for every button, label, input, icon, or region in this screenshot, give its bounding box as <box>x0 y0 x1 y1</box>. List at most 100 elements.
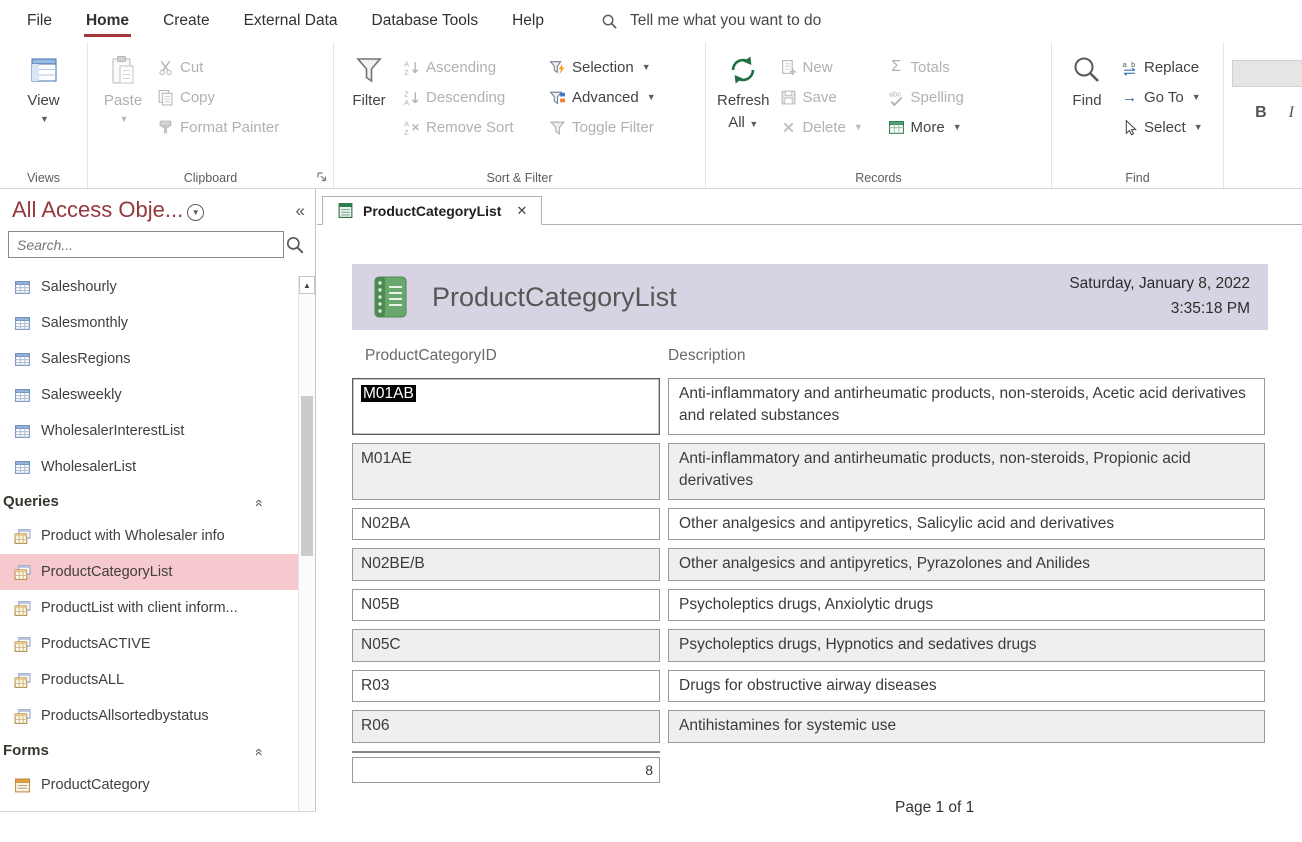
description-cell[interactable]: Drugs for obstructive airway diseases <box>668 670 1265 702</box>
ascending-button[interactable]: Ascending <box>398 52 544 82</box>
tab-create[interactable]: Create <box>146 0 227 42</box>
shutter-bar-collapse-icon[interactable]: « <box>296 201 303 221</box>
nav-query-productsallsortedbystatus[interactable]: ProductsAllsortedbystatus <box>0 698 299 734</box>
category-id-cell[interactable]: M01AB <box>352 378 660 435</box>
nav-table-salesmonthly[interactable]: Salesmonthly <box>0 305 299 341</box>
find-button[interactable]: Find <box>1058 49 1116 113</box>
tab-home[interactable]: Home <box>69 0 146 42</box>
nav-pane-title[interactable]: All Access Obje... <box>12 197 183 223</box>
nav-item-label: ProductCategoryList <box>41 564 172 580</box>
view-button[interactable]: View ▼ <box>15 49 73 127</box>
nav-query-productsactive[interactable]: ProductsACTIVE <box>0 626 299 662</box>
goto-button[interactable]: → Go To ▼ <box>1116 82 1208 112</box>
description-cell[interactable]: Antihistamines for systemic use <box>668 710 1265 742</box>
tab-external-data[interactable]: External Data <box>227 0 355 42</box>
refresh-all-button[interactable]: Refresh All ▼ <box>712 49 775 135</box>
replace-button[interactable]: Replace <box>1116 52 1208 82</box>
cut-button[interactable]: Cut <box>152 52 284 82</box>
description-cell[interactable]: Psycholeptics drugs, Hypnotics and sedat… <box>668 629 1265 661</box>
filter-icon <box>353 51 385 89</box>
ribbon-group-sort-filter: Filter Ascending Descending Remove Sort … <box>334 42 706 188</box>
clipboard-dialog-launcher-icon[interactable] <box>316 171 328 183</box>
category-id-cell[interactable]: R03 <box>352 670 660 702</box>
paste-button[interactable]: Paste ▼ <box>94 49 152 127</box>
category-id-cell[interactable]: R06 <box>352 710 660 742</box>
collapse-section-icon[interactable]: « <box>252 748 268 754</box>
scroll-up-arrow-icon[interactable]: ▲ <box>299 276 315 294</box>
nav-query-productcategorylist[interactable]: ProductCategoryList <box>0 554 299 590</box>
nav-scrollbar[interactable]: ▲ <box>298 276 315 811</box>
category-id-cell[interactable]: N02BE/B <box>352 548 660 580</box>
font-name-combo[interactable] <box>1232 60 1302 87</box>
selection-button[interactable]: Selection ▼ <box>544 52 661 82</box>
format-painter-label: Format Painter <box>180 119 279 136</box>
bold-button[interactable]: B <box>1255 104 1267 122</box>
nav-table-saleshourly[interactable]: Saleshourly <box>0 269 299 305</box>
spelling-button[interactable]: Spelling <box>883 82 969 112</box>
report-header-band[interactable]: ProductCategoryList Saturday, January 8,… <box>352 264 1268 330</box>
italic-button[interactable]: I <box>1289 104 1294 122</box>
tab-file[interactable]: File <box>10 0 69 42</box>
report-journal-icon <box>370 275 410 319</box>
refresh-dropdown-arrow: ▼ <box>747 119 758 129</box>
ribbon-tab-bar: File Home Create External Data Database … <box>0 0 1302 42</box>
description-cell[interactable]: Anti-inflammatory and antirheumatic prod… <box>668 378 1265 435</box>
advanced-label: Advanced <box>572 89 639 106</box>
advanced-button[interactable]: Advanced ▼ <box>544 82 661 112</box>
collapse-section-icon[interactable]: « <box>252 499 268 505</box>
format-painter-button[interactable]: Format Painter <box>152 112 284 142</box>
totals-button[interactable]: Σ Totals <box>883 52 969 82</box>
nav-query-productlist-with-client-info[interactable]: ProductList with client inform... <box>0 590 299 626</box>
tab-help[interactable]: Help <box>495 0 561 42</box>
group-label-clipboard: Clipboard <box>88 171 333 185</box>
nav-category-dropdown-icon[interactable]: ▼ <box>187 204 204 221</box>
nav-item-label: ProductList with client inform... <box>41 600 238 616</box>
nav-search-icon[interactable] <box>285 235 305 255</box>
refresh-label-2: All <box>728 114 745 131</box>
description-cell[interactable]: Psycholeptics drugs, Anxiolytic drugs <box>668 589 1265 621</box>
format-painter-icon <box>157 119 174 136</box>
descending-button[interactable]: Descending <box>398 82 544 112</box>
nav-search-input[interactable] <box>8 231 284 258</box>
delete-record-button[interactable]: Delete ▼ <box>775 112 883 142</box>
description-cell[interactable]: Other analgesics and antipyretics, Salic… <box>668 508 1265 540</box>
category-id-cell[interactable]: N02BA <box>352 508 660 540</box>
find-magnifier-icon <box>1071 51 1103 89</box>
copy-button[interactable]: Copy <box>152 82 284 112</box>
group-label-records: Records <box>706 171 1051 185</box>
toggle-filter-button[interactable]: Toggle Filter <box>544 112 661 142</box>
nav-section-queries[interactable]: Queries « <box>0 485 299 518</box>
remove-sort-button[interactable]: Remove Sort <box>398 112 544 142</box>
tell-me-box[interactable]: Tell me what you want to do <box>601 12 821 30</box>
nav-table-wholesalerlist[interactable]: WholesalerList <box>0 449 299 485</box>
description-cell[interactable]: Anti-inflammatory and antirheumatic prod… <box>668 443 1265 500</box>
nav-table-salesweekly[interactable]: Salesweekly <box>0 377 299 413</box>
filter-button[interactable]: Filter <box>340 49 398 113</box>
new-record-button[interactable]: New <box>775 52 883 82</box>
description-cell[interactable]: Other analgesics and antipyretics, Pyraz… <box>668 548 1265 580</box>
query-icon <box>14 564 31 581</box>
nav-object-list: Saleshourly Salesmonthly SalesRegions Sa… <box>0 261 315 803</box>
select-dropdown-arrow: ▼ <box>1194 122 1203 132</box>
page-info: Page 1 of 1 <box>895 799 1292 817</box>
nav-table-salesregions[interactable]: SalesRegions <box>0 341 299 377</box>
nav-scrollbar-thumb[interactable] <box>301 396 313 556</box>
category-id-cell[interactable]: N05C <box>352 629 660 661</box>
tab-database-tools[interactable]: Database Tools <box>355 0 496 42</box>
select-button[interactable]: Select ▼ <box>1116 112 1208 142</box>
category-id-cell[interactable]: N05B <box>352 589 660 621</box>
nav-table-wholesalerinterestlist[interactable]: WholesalerInterestList <box>0 413 299 449</box>
paste-label: Paste <box>104 92 142 111</box>
report-title: ProductCategoryList <box>432 282 677 313</box>
save-record-button[interactable]: Save <box>775 82 883 112</box>
nav-section-forms[interactable]: Forms « <box>0 734 299 767</box>
goto-label: Go To <box>1144 89 1184 106</box>
nav-query-productsall[interactable]: ProductsALL <box>0 662 299 698</box>
more-button[interactable]: More ▼ <box>883 112 969 142</box>
document-tab-productcategorylist[interactable]: ProductCategoryList ✕ <box>322 196 542 225</box>
close-tab-icon[interactable]: ✕ <box>516 203 527 219</box>
category-id-cell[interactable]: M01AE <box>352 443 660 500</box>
nav-query-product-with-wholesaler-info[interactable]: Product with Wholesaler info <box>0 518 299 554</box>
nav-form-productcategory[interactable]: ProductCategory <box>0 767 299 803</box>
save-icon <box>780 89 797 106</box>
